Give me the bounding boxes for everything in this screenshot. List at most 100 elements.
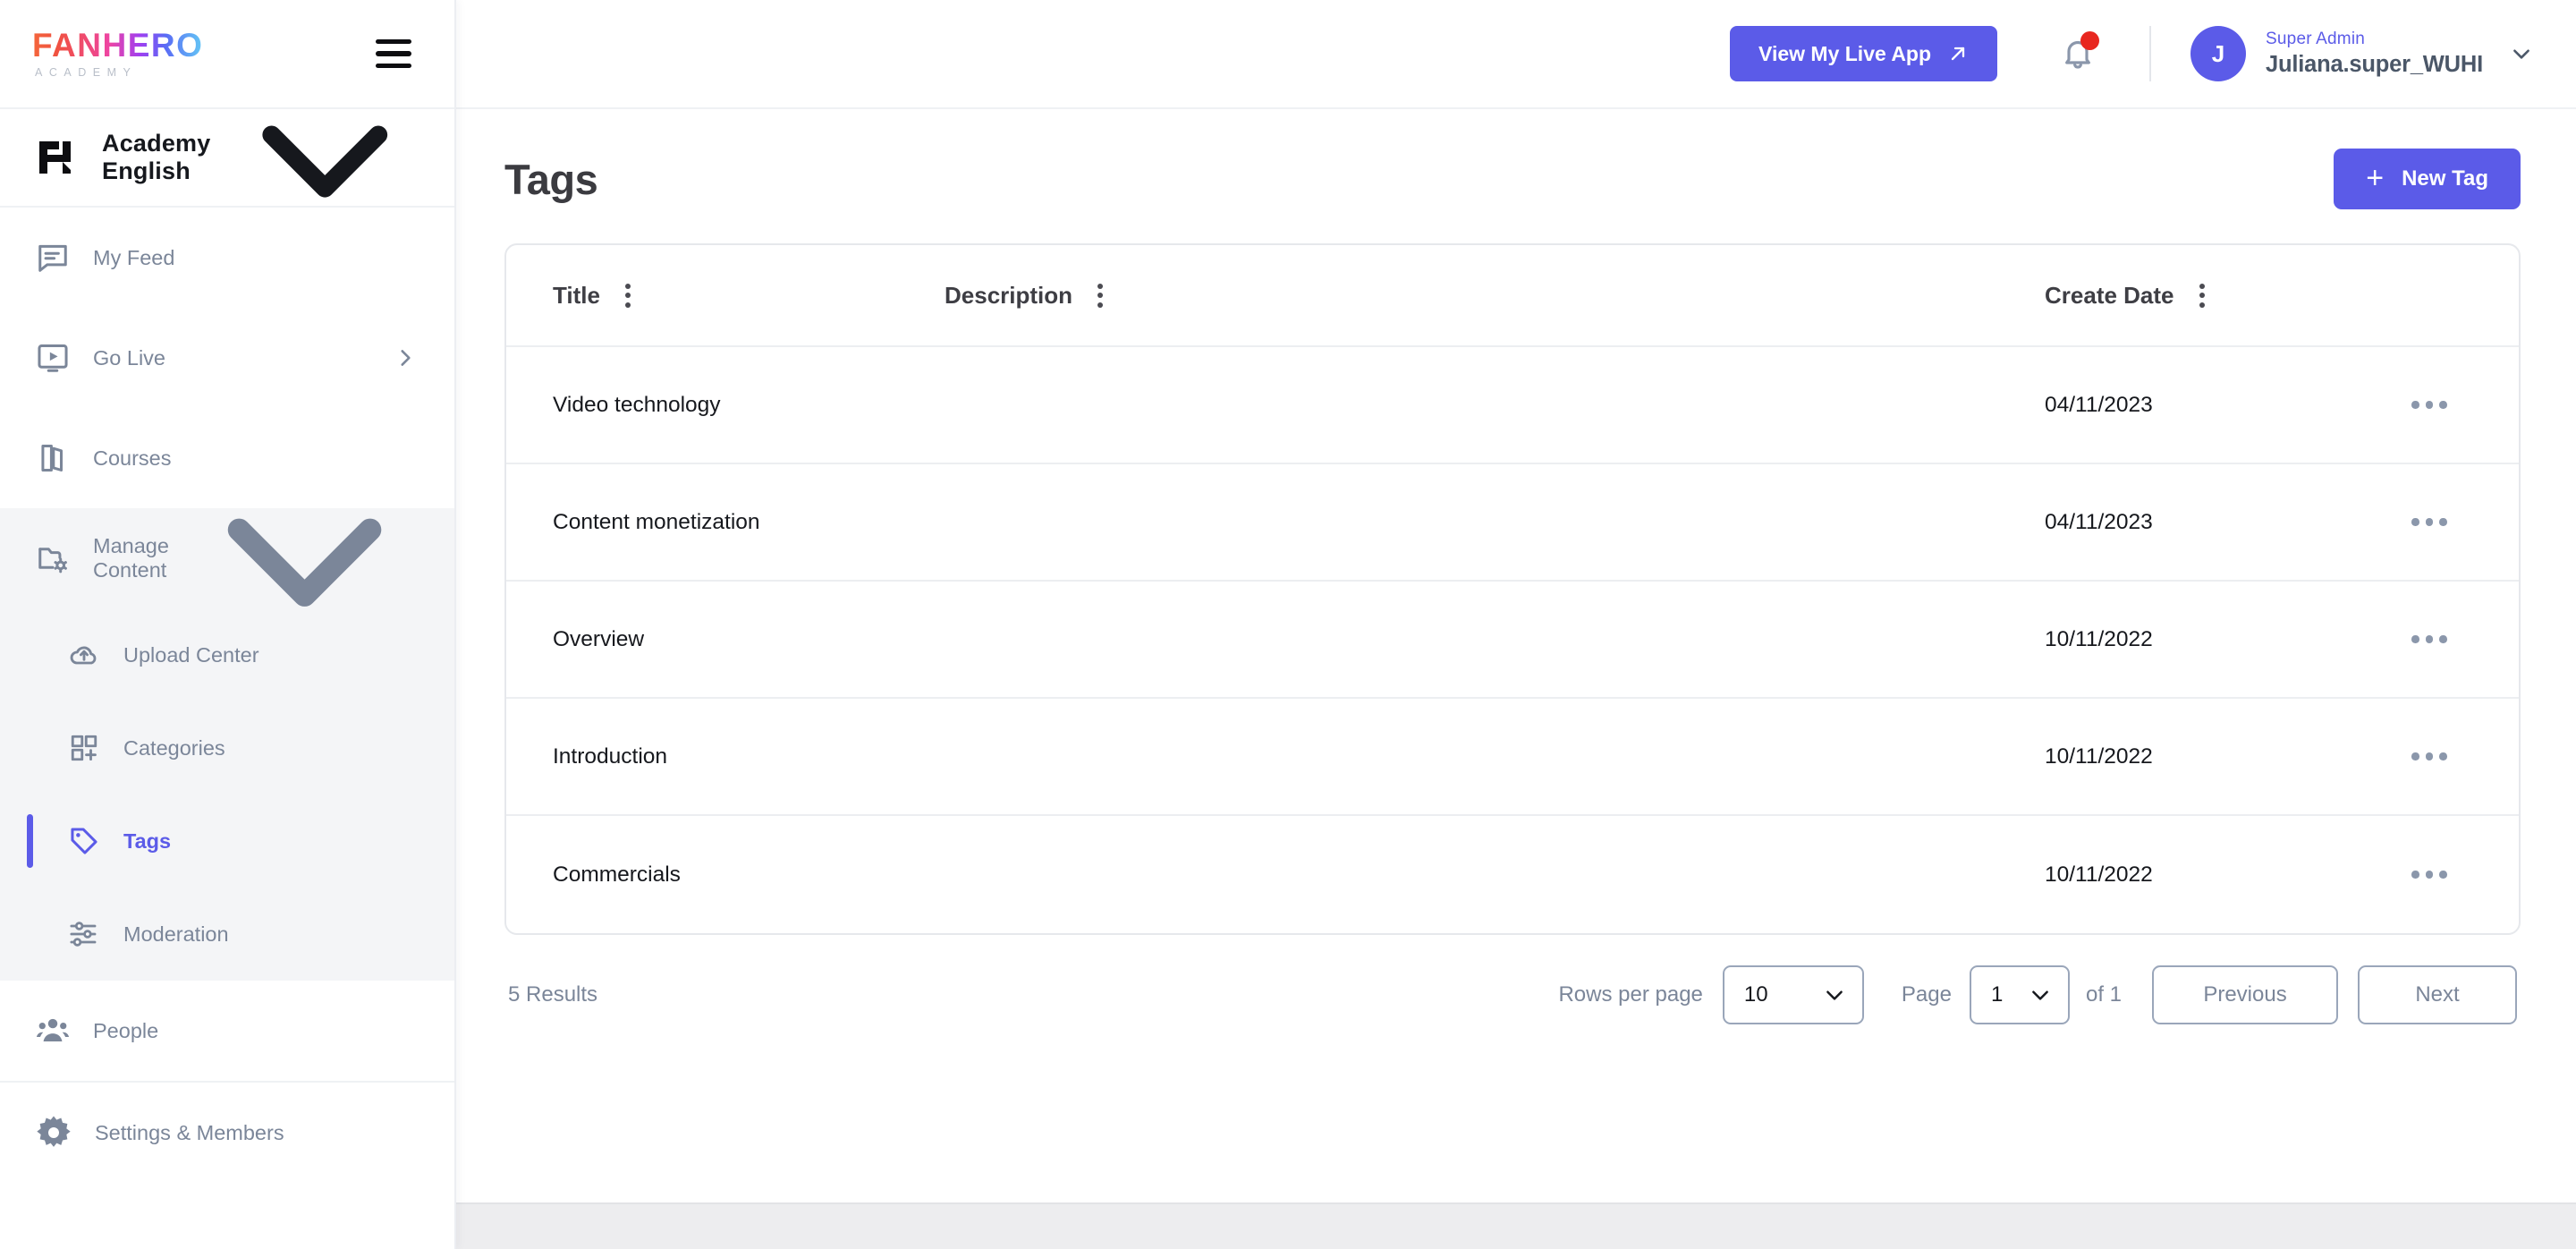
footer-strip: [456, 1202, 2576, 1249]
column-menu-icon[interactable]: [2192, 278, 2212, 313]
sidebar-item-label: Tags: [123, 828, 172, 853]
tag-create-date: 04/11/2023: [2045, 509, 2153, 534]
sidebar-item-label: People: [93, 1018, 159, 1042]
sidebar-item-moderation[interactable]: Moderation: [0, 888, 454, 981]
table-row[interactable]: Introduction 10/11/2022: [506, 699, 2519, 816]
grid-plus-icon: [68, 732, 100, 764]
pagination-controls: Rows per page 10 Page 1 of 1 Previous Ne…: [1558, 965, 2517, 1024]
new-tag-button[interactable]: + New Tag: [2334, 149, 2521, 209]
sidebar-item-label: Upload Center: [123, 642, 259, 667]
cell-create-date: 04/11/2023: [2045, 393, 2340, 418]
sidebar-item-tags[interactable]: Tags: [0, 794, 454, 888]
sidebar-item-label: Courses: [93, 446, 172, 470]
view-live-app-button[interactable]: View My Live App: [1730, 26, 1998, 81]
cell-title: Commercials: [506, 862, 927, 888]
cell-actions: [2340, 862, 2519, 888]
sidebar-item-my-feed[interactable]: My Feed: [0, 208, 454, 308]
sidebar-item-label: Go Live: [93, 345, 165, 370]
main-area: View My Live App J Super Admin Juliana.s…: [456, 0, 2576, 1249]
sidebar: FANHERO ACADEMY Academy English My Feed …: [0, 0, 456, 1249]
page-select[interactable]: 1: [1969, 965, 2070, 1024]
table-row[interactable]: Commercials 10/11/2022: [506, 816, 2519, 933]
hamburger-bar: [376, 38, 411, 45]
cell-actions: [2340, 509, 2519, 535]
logo-subtitle: ACADEMY: [35, 66, 138, 79]
sidebar-item-upload-center[interactable]: Upload Center: [0, 608, 454, 701]
sliders-icon: [68, 918, 100, 950]
column-menu-icon[interactable]: [1090, 278, 1110, 313]
tag-title: Video technology: [553, 392, 721, 417]
table-header-row: Title Description Create Date: [506, 245, 2519, 347]
tags-table: Title Description Create Date Video tech…: [504, 243, 2521, 935]
sidebar-item-people[interactable]: People: [0, 981, 454, 1081]
cell-actions: [2340, 743, 2519, 769]
academy-mark-icon: [39, 141, 71, 174]
tag-create-date: 10/11/2022: [2045, 743, 2153, 769]
user-meta: Super Admin Juliana.super_WUHI: [2266, 30, 2483, 78]
rows-per-page-select[interactable]: 10: [1722, 965, 1864, 1024]
gear-icon: [36, 1115, 72, 1151]
row-actions-icon[interactable]: [2402, 626, 2456, 652]
table-row[interactable]: Overview 10/11/2022: [506, 582, 2519, 699]
pagination-bar: 5 Results Rows per page 10 Page 1 of 1 P…: [504, 935, 2521, 1024]
user-menu[interactable]: J Super Admin Juliana.super_WUHI: [2190, 26, 2533, 81]
row-actions-icon[interactable]: [2402, 743, 2456, 769]
plus-icon: +: [2366, 160, 2385, 195]
app-root: FANHERO ACADEMY Academy English My Feed …: [0, 0, 2576, 1249]
row-actions-icon[interactable]: [2402, 862, 2456, 888]
column-header-description: Description: [927, 278, 2045, 313]
notification-badge-dot: [2080, 31, 2100, 50]
page-header: Tags + New Tag: [504, 149, 2521, 209]
live-video-icon: [36, 341, 70, 375]
workspace-name: Academy English: [102, 130, 211, 184]
chevron-down-icon: [2032, 990, 2048, 1000]
cell-title: Content monetization: [506, 510, 927, 535]
next-page-button[interactable]: Next: [2358, 965, 2517, 1024]
folder-settings-icon: [36, 541, 70, 575]
column-header-create-date: Create Date: [2045, 278, 2340, 313]
sidebar-item-go-live[interactable]: Go Live: [0, 308, 454, 408]
page-total-label: of 1: [2085, 982, 2122, 1007]
tag-create-date: 10/11/2022: [2045, 626, 2153, 651]
row-actions-icon[interactable]: [2402, 392, 2456, 418]
tag-title: Overview: [553, 626, 645, 651]
sidebar-group-header[interactable]: Manage Content: [0, 508, 454, 608]
column-header-title: Title: [506, 278, 927, 313]
cell-actions: [2340, 392, 2519, 418]
top-bar: View My Live App J Super Admin Juliana.s…: [456, 0, 2576, 109]
sidebar-item-label: Settings & Members: [95, 1120, 284, 1144]
cell-actions: [2340, 626, 2519, 652]
chevron-down-icon: [2513, 49, 2529, 59]
new-tag-label: New Tag: [2402, 166, 2488, 191]
column-label: Create Date: [2045, 281, 2174, 309]
sidebar-item-settings-members[interactable]: Settings & Members: [0, 1083, 454, 1183]
notifications-button[interactable]: [2053, 29, 2103, 79]
chevron-right-icon: [401, 350, 411, 366]
cloud-upload-icon: [68, 639, 100, 671]
content-area: Tags + New Tag Title Description Create …: [456, 109, 2576, 1202]
row-actions-icon[interactable]: [2402, 509, 2456, 535]
sidebar-item-categories[interactable]: Categories: [0, 701, 454, 794]
workspace-switcher[interactable]: Academy English: [0, 109, 454, 208]
logo-wordmark: FANHERO: [32, 27, 204, 64]
results-count: 5 Results: [508, 982, 598, 1007]
column-label: Description: [945, 281, 1073, 309]
tag-create-date: 04/11/2023: [2045, 392, 2153, 417]
column-menu-icon[interactable]: [618, 278, 638, 313]
user-name: Juliana.super_WUHI: [2266, 52, 2483, 77]
table-row[interactable]: Content monetization 04/11/2023: [506, 464, 2519, 582]
tag-icon: [68, 825, 100, 857]
rows-per-page-value: 10: [1743, 982, 1768, 1007]
tag-title: Content monetization: [553, 509, 760, 534]
book-icon: [36, 441, 70, 475]
cell-create-date: 10/11/2022: [2045, 862, 2340, 888]
table-row[interactable]: Video technology 04/11/2023: [506, 347, 2519, 464]
hamburger-bar: [376, 51, 411, 56]
topbar-divider: [2149, 26, 2152, 81]
previous-page-button[interactable]: Previous: [2152, 965, 2338, 1024]
sidebar-nav: My Feed Go Live Courses Manage Content U…: [0, 208, 454, 1249]
sidebar-group-label: Manage Content: [93, 534, 169, 582]
tag-title: Introduction: [553, 743, 668, 769]
sidebar-item-courses[interactable]: Courses: [0, 408, 454, 508]
cell-create-date: 10/11/2022: [2045, 627, 2340, 652]
